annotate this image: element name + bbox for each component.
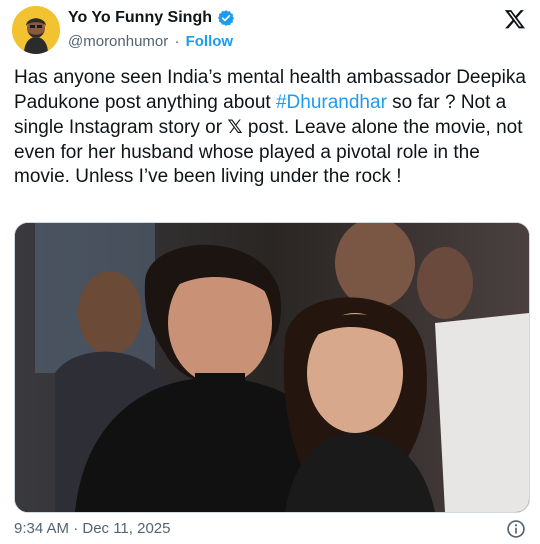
author-name-row: Yo Yo Funny Singh <box>68 9 235 27</box>
author-display-name[interactable]: Yo Yo Funny Singh <box>68 9 212 27</box>
author-handle-row: @moronhumor · Follow <box>68 33 233 50</box>
follow-button[interactable]: Follow <box>186 33 234 50</box>
x-logo-icon[interactable] <box>504 8 526 30</box>
avatar[interactable] <box>12 6 60 54</box>
tweet-timestamp[interactable]: 9:34 AM · Dec 11, 2025 <box>14 520 170 537</box>
verified-badge-icon <box>217 9 235 27</box>
author-handle[interactable]: @moronhumor <box>68 33 168 50</box>
tweet-text: Has anyone seen India’s mental health am… <box>14 66 530 190</box>
tweet-photo[interactable] <box>14 222 530 513</box>
x-glyph: 𝕏 <box>227 116 243 138</box>
hashtag-link[interactable]: #Dhurandhar <box>276 92 387 113</box>
tweet-card: Yo Yo Funny Singh @moronhumor · Follow H… <box>0 0 540 539</box>
info-icon[interactable] <box>506 519 526 539</box>
separator-dot: · <box>174 33 180 50</box>
